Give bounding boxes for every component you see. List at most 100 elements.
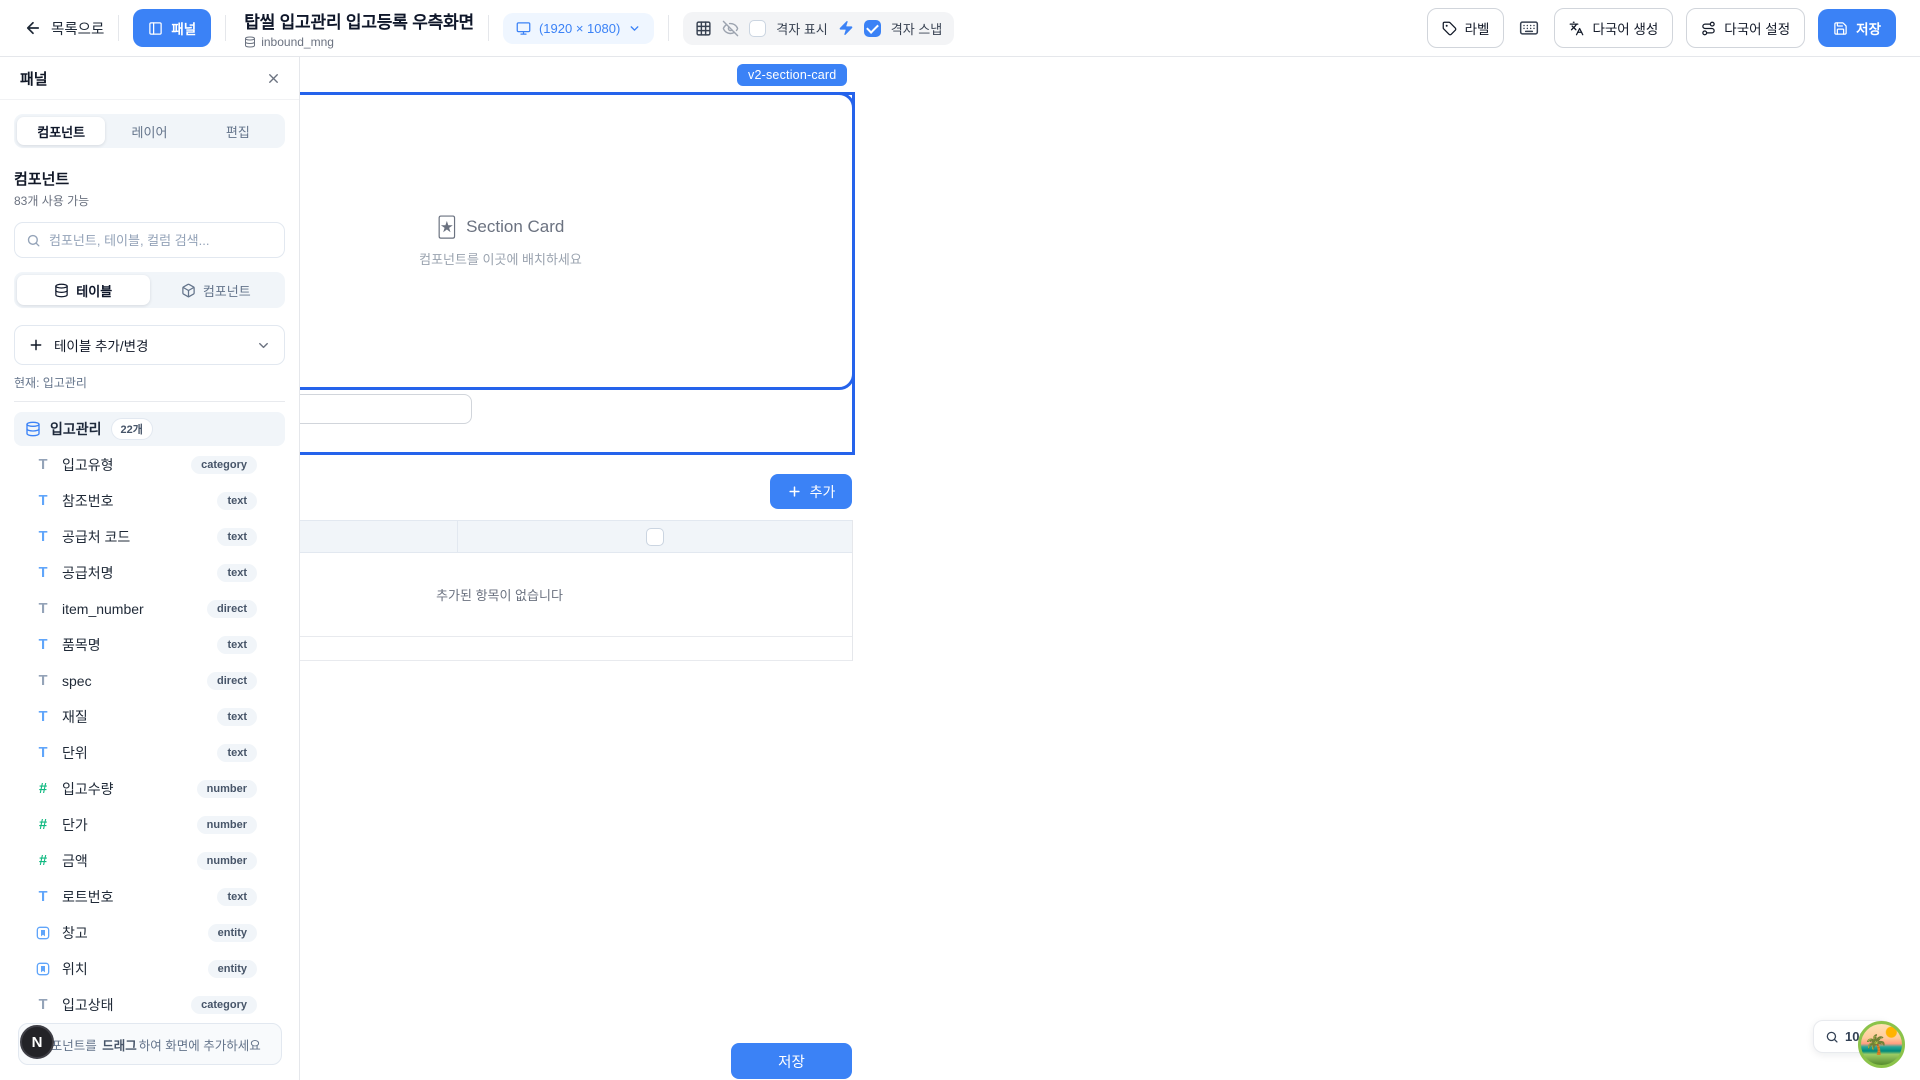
save-button[interactable]: 저장 [1818,9,1896,47]
arrow-left-icon [24,19,42,37]
field-name: 참조번호 [62,491,114,511]
tab-components[interactable]: 컴포넌트 [17,117,105,145]
current-table-label: 현재: 입고관리 [14,374,285,391]
field-type-badge: direct [207,672,257,690]
field-row[interactable]: T공급처 코드text [14,519,285,555]
field-row[interactable]: T재질text [14,699,285,735]
add-row-button[interactable]: 추가 [770,474,852,509]
field-row[interactable]: #입고수량number [14,771,285,807]
field-row[interactable]: T 입고상태 category [14,987,285,1023]
topbar-divider [488,15,489,41]
field-type-badge: entity [208,960,257,978]
number-type-icon: # [34,781,52,797]
panel-body: 컴포넌트 레이어 편집 컴포넌트 83개 사용 가능 테이블 컴포넌트 [0,100,299,1037]
field-row[interactable]: T로트번호text [14,879,285,915]
field-row[interactable]: T참조번호text [14,483,285,519]
field-type-badge: category [191,456,257,474]
keyboard-icon [1519,18,1539,38]
drag-hint-suffix: 하여 화면에 추가하세요 [139,1039,261,1053]
field-row[interactable]: Titem_numberdirect [14,591,285,627]
table-group-row[interactable]: 입고관리 22개 [14,412,285,446]
table-group-name: 입고관리 [50,419,102,439]
components-available-count: 83개 사용 가능 [14,192,285,209]
field-row[interactable]: T공급처명text [14,555,285,591]
i18n-generate-button[interactable]: 다국어 생성 [1554,8,1673,48]
field-row[interactable]: 위치entity [14,951,285,987]
panel-left-icon [148,21,163,36]
field-row[interactable]: T입고유형category [14,447,285,483]
text-type-icon: T [34,745,52,761]
field-name: spec [62,673,92,689]
field-type-badge: text [217,564,257,582]
section-card-title-row: 🃏 Section Card [437,215,565,240]
section-card-title: Section Card [466,217,564,237]
toggle-tables[interactable]: 테이블 [17,275,150,305]
panel-close-button[interactable] [266,71,281,86]
keyboard-shortcuts-button[interactable] [1517,16,1541,40]
magnifier-icon [1825,1030,1839,1044]
field-name: 금액 [62,851,88,871]
field-row[interactable]: T품목명text [14,627,285,663]
category-type-icon: T [34,457,52,473]
field-type-badge: text [217,528,257,546]
field-name: 품목명 [62,635,101,655]
screen-title: 탑씰 입고관리 입고등록 우측화면 [244,8,474,33]
plus-icon [787,484,802,499]
topbar-divider [118,15,119,41]
selected-component-badge: v2-section-card [737,64,847,86]
screen-title-block: 탑씰 입고관리 입고등록 우측화면 inbound_mng [240,8,474,49]
island-widget-button[interactable]: 🌴 [1858,1021,1905,1068]
field-type-badge: text [217,888,257,906]
field-name: 재질 [62,707,88,727]
database-icon [54,283,69,298]
field-name: 로트번호 [62,887,114,907]
field-name: 공급처명 [62,563,114,583]
field-row[interactable]: 창고entity [14,915,285,951]
panel-divider [14,401,285,402]
tag-icon [1442,21,1457,36]
field-type-badge: entity [208,924,257,942]
number-type-icon: # [34,853,52,869]
label-button[interactable]: 라벨 [1427,8,1505,48]
add-change-table-dropdown[interactable]: 테이블 추가/변경 [14,325,285,365]
grid-snap-checkbox[interactable] [864,20,881,37]
resolution-selector[interactable]: (1920 × 1080) [503,13,654,44]
entity-icon [35,961,51,977]
tab-layers[interactable]: 레이어 [105,117,193,145]
grid-show-checkbox[interactable] [749,20,766,37]
back-to-list-button[interactable]: 목록으로 [24,18,104,39]
panel-toggle-button[interactable]: 패널 [133,9,211,47]
topbar: 목록으로 패널 탑씰 입고관리 입고등록 우측화면 inbound_mng (1… [0,0,1920,57]
field-type-badge: text [217,492,257,510]
field-list: T입고유형categoryT참조번호textT공급처 코드textT공급처명te… [14,447,285,1023]
field-type-badge: number [197,780,257,798]
grid-icon [695,20,712,37]
canvas-save-button[interactable]: 저장 [731,1043,852,1079]
i18n-settings-button[interactable]: 다국어 설정 [1686,8,1805,48]
close-icon [266,71,281,86]
category-type-icon: T [34,997,52,1013]
field-row[interactable]: T단위text [14,735,285,771]
field-row[interactable]: Tspecdirect [14,663,285,699]
tab-edit[interactable]: 편집 [194,117,282,145]
screen-subtitle: inbound_mng [244,35,474,49]
chevron-down-icon [628,22,641,35]
component-search [14,222,285,258]
field-type-badge: text [217,636,257,654]
field-row[interactable]: #금액number [14,843,285,879]
entity-type-icon [34,925,52,941]
plus-icon [28,337,44,353]
field-row[interactable]: #단가number [14,807,285,843]
field-name: 단위 [62,743,88,763]
monitor-icon [516,21,531,36]
field-name: 입고상태 [62,995,114,1015]
select-all-checkbox[interactable] [646,528,664,546]
section-card-placeholder-hint: 컴포넌트를 이곳에 배치하세요 [419,249,582,268]
user-avatar[interactable]: N [20,1025,54,1059]
grid-snap-label: 격자 스냅 [891,19,942,38]
component-search-input[interactable] [49,233,273,248]
toggle-components[interactable]: 컴포넌트 [150,275,283,305]
panel-header: 패널 [0,57,299,100]
field-type-badge: category [191,996,257,1014]
items-table-header-col2 [458,521,852,552]
